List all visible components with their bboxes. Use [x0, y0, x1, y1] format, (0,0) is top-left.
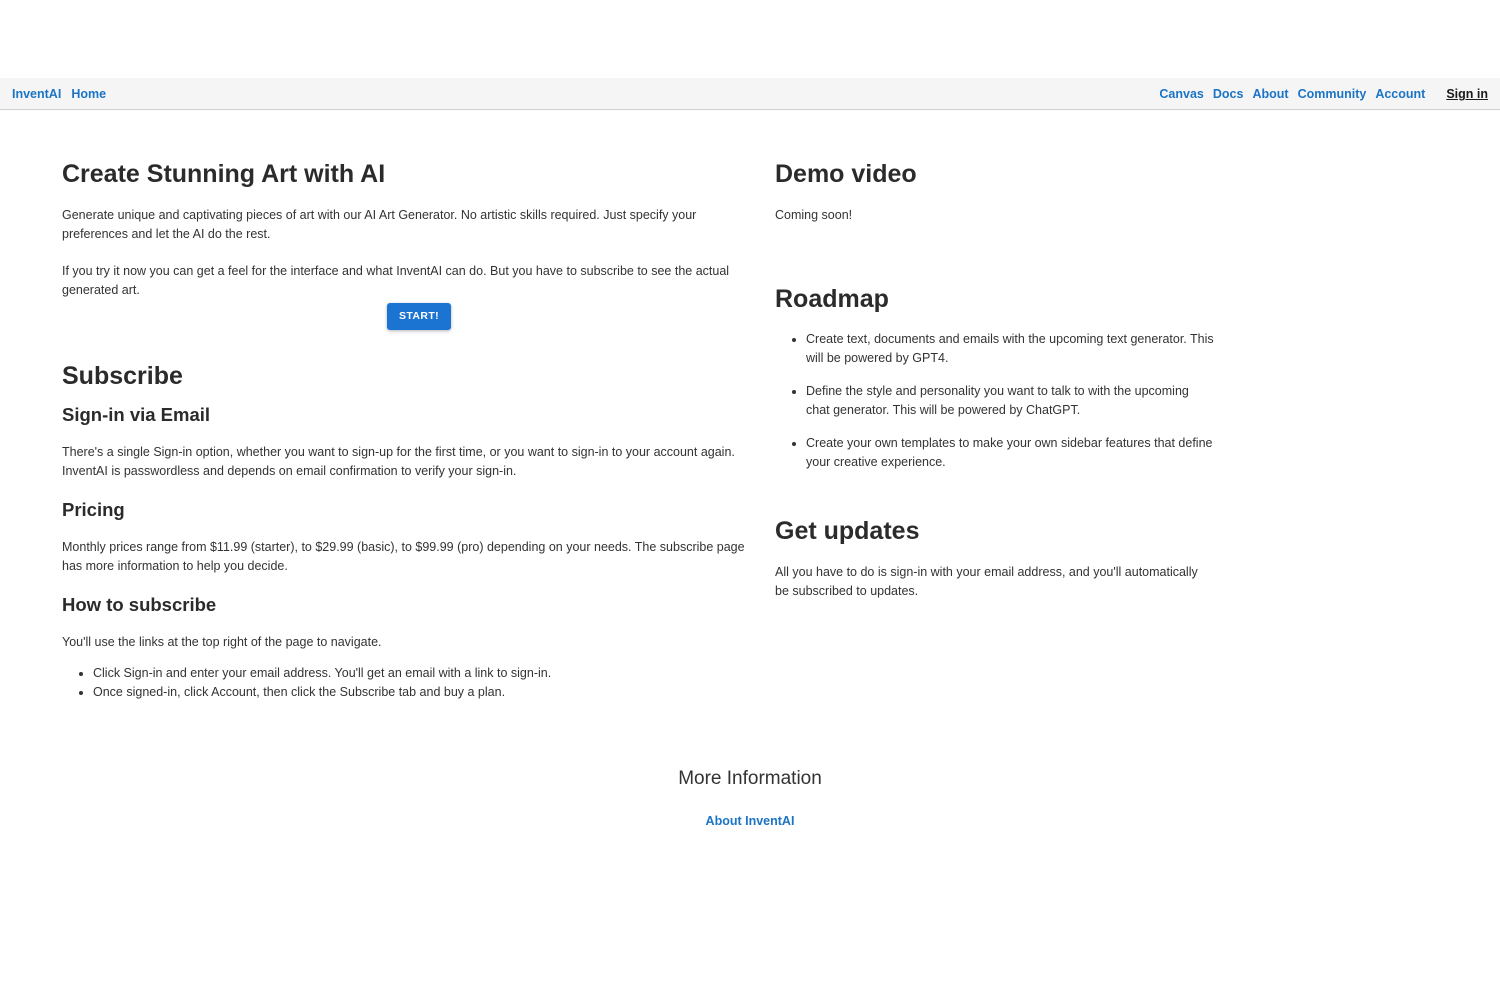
footer-link-wrap: About InventAI: [0, 812, 1500, 830]
docs-link[interactable]: Docs: [1213, 87, 1244, 101]
demo-video-text: Coming soon!: [775, 208, 853, 222]
roadmap-title: Roadmap: [775, 285, 889, 313]
how-to-subscribe-text: You'll use the links at the top right of…: [62, 635, 382, 649]
start-button-wrap: START!: [62, 303, 752, 330]
hero-description: Generate unique and captivating pieces o…: [62, 208, 697, 241]
get-updates-text: All you have to do is sign-in with your …: [775, 565, 1198, 598]
left-column: Create Stunning Art with AI Generate uni…: [62, 158, 752, 702]
about-inventai-link[interactable]: About InventAI: [706, 814, 795, 828]
get-updates-title: Get updates: [775, 517, 920, 545]
demo-video-title: Demo video: [775, 160, 917, 188]
account-link[interactable]: Account: [1375, 87, 1425, 101]
subscribe-title: Subscribe: [62, 362, 183, 390]
nav-right-group: Canvas Docs About Community Account Sign…: [1159, 78, 1488, 110]
brand-link[interactable]: InventAI: [12, 87, 61, 101]
roadmap-list: Create text, documents and emails with t…: [775, 330, 1215, 472]
signin-link[interactable]: Sign in: [1446, 87, 1488, 101]
canvas-link[interactable]: Canvas: [1159, 87, 1203, 101]
list-item: Create your own templates to make your o…: [806, 434, 1215, 472]
subscribe-steps-list: Click Sign-in and enter your email addre…: [62, 664, 752, 702]
home-link[interactable]: Home: [71, 87, 106, 101]
pricing-text: Monthly prices range from $11.99 (starte…: [62, 540, 745, 573]
signin-email-text: There's a single Sign-in option, whether…: [62, 445, 735, 478]
about-link[interactable]: About: [1252, 87, 1288, 101]
list-item: Define the style and personality you wan…: [806, 382, 1215, 420]
pricing-heading: Pricing: [62, 499, 125, 520]
hero-trial-note: If you try it now you can get a feel for…: [62, 264, 730, 297]
community-link[interactable]: Community: [1298, 87, 1367, 101]
list-item: Click Sign-in and enter your email addre…: [93, 664, 752, 683]
how-to-subscribe-heading: How to subscribe: [62, 594, 217, 615]
nav-left-group: InventAI Home: [12, 78, 106, 110]
top-navbar: InventAI Home Canvas Docs About Communit…: [0, 78, 1500, 110]
hero-title: Create Stunning Art with AI: [62, 160, 386, 188]
signin-email-heading: Sign-in via Email: [62, 404, 211, 425]
start-button[interactable]: START!: [386, 303, 452, 330]
more-information-heading: More Information: [678, 768, 822, 789]
list-item: Create text, documents and emails with t…: [806, 330, 1215, 368]
list-item: Once signed-in, click Account, then clic…: [93, 683, 752, 702]
right-column: Demo video Coming soon! Roadmap Create t…: [775, 158, 1215, 601]
